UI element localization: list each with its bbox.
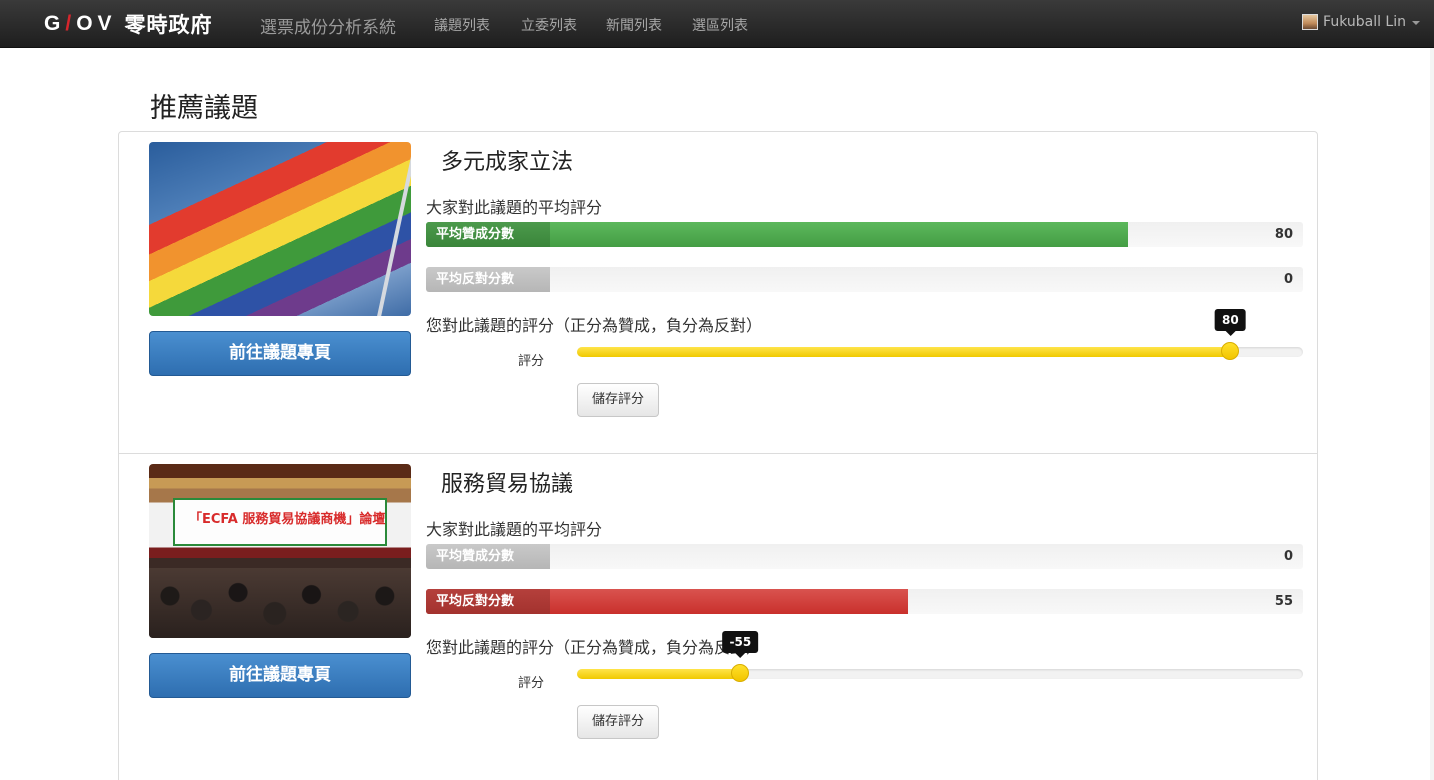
go-to-issue-button[interactable]: 前往議題專頁	[149, 653, 411, 698]
average-score-heading: 大家對此議題的平均評分	[426, 520, 603, 539]
support-bar-value: 80	[1274, 227, 1293, 242]
event-banner: 「ECFA 服務貿易協議商機」論壇	[173, 498, 387, 546]
oppose-bar-label: 平均反對分數	[426, 267, 550, 292]
oppose-bar-label: 平均反對分數	[426, 589, 550, 614]
rainbow-flag-image	[149, 142, 411, 316]
brand-logo[interactable]: G/OV 零時政府	[44, 8, 213, 40]
nav-issues[interactable]: 議題列表	[434, 15, 490, 35]
slider-handle[interactable]	[1221, 342, 1240, 360]
support-bar-label: 平均贊成分數	[426, 544, 550, 569]
avatar	[1302, 14, 1319, 30]
slider-tooltip: -55	[722, 631, 759, 658]
issue-card: 「ECFA 服務貿易協議商機」論壇 前往議題專頁 服務貿易協議 大家對此議題的平…	[119, 453, 1317, 774]
your-score-heading: 您對此議題的評分（正分為贊成，負分為反對）	[426, 638, 763, 657]
brand-name: 零時政府	[124, 13, 213, 37]
event-banner-text: 「ECFA 服務貿易協議商機」論壇	[189, 512, 386, 527]
user-name: Fukuball Lin	[1323, 14, 1406, 30]
forum-event-image: 「ECFA 服務貿易協議商機」論壇	[149, 464, 411, 638]
slider-handle[interactable]	[731, 664, 750, 682]
page-title: 推薦議題	[150, 93, 258, 124]
issue-title: 服務貿易協議	[441, 472, 574, 497]
oppose-bar-value: 55	[1274, 594, 1293, 609]
support-bar-value: 0	[1283, 549, 1293, 564]
top-navbar: G/OV 零時政府 選票成份分析系統 議題列表 立委列表 新聞列表 選區列表 F…	[0, 0, 1434, 48]
save-score-button[interactable]: 儲存評分	[577, 383, 659, 417]
average-score-heading: 大家對此議題的平均評分	[426, 198, 603, 217]
score-slider[interactable]: -55	[577, 631, 1303, 682]
oppose-bar-value: 0	[1283, 272, 1293, 287]
app-title[interactable]: 選票成份分析系統	[260, 13, 396, 38]
user-menu[interactable]: Fukuball Lin	[1302, 14, 1420, 30]
issue-card: 前往議題專頁 多元成家立法 大家對此議題的平均評分 平均贊成分數 80 平均反對…	[119, 132, 1317, 453]
issue-title: 多元成家立法	[441, 150, 574, 175]
nav-news[interactable]: 新聞列表	[606, 15, 662, 35]
support-bar: 平均贊成分數 0	[426, 544, 1303, 569]
nav-districts[interactable]: 選區列表	[692, 15, 748, 35]
audience-crowd	[149, 568, 411, 638]
oppose-bar: 平均反對分數 0	[426, 267, 1303, 292]
nav-legislators[interactable]: 立委列表	[521, 15, 577, 35]
oppose-bar: 平均反對分數 55	[426, 589, 1303, 614]
your-score-heading: 您對此議題的評分（正分為贊成，負分為反對）	[426, 316, 763, 335]
caret-down-icon	[1412, 21, 1420, 25]
go-to-issue-button[interactable]: 前往議題專頁	[149, 331, 411, 376]
page-scrollbar[interactable]	[1430, 48, 1434, 780]
gov-logo: G/OV	[44, 12, 117, 35]
score-label: 評分	[518, 354, 545, 369]
support-bar-label: 平均贊成分數	[426, 222, 550, 247]
save-score-button[interactable]: 儲存評分	[577, 705, 659, 739]
slider-fill	[577, 347, 1231, 357]
score-label: 評分	[518, 676, 545, 691]
score-slider[interactable]: 80	[577, 309, 1303, 360]
support-bar: 平均贊成分數 80	[426, 222, 1303, 247]
issue-list: 前往議題專頁 多元成家立法 大家對此議題的平均評分 平均贊成分數 80 平均反對…	[118, 131, 1318, 780]
slider-tooltip: 80	[1215, 309, 1246, 336]
slider-fill	[577, 669, 741, 679]
